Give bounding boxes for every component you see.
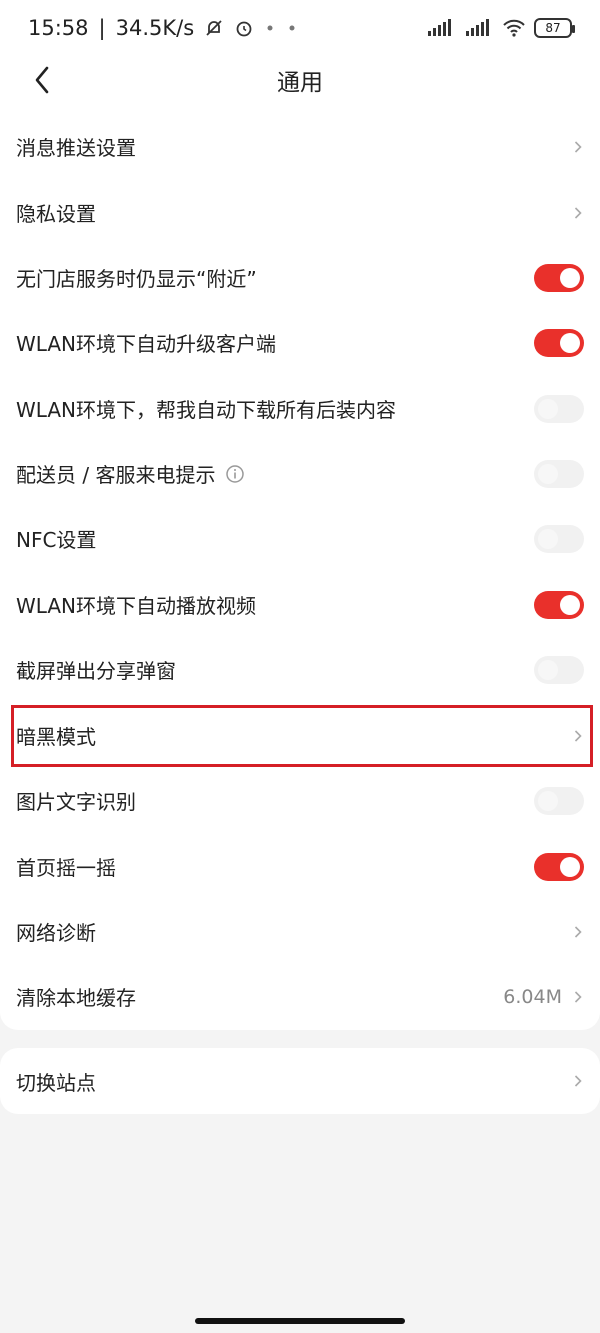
setting-message-push[interactable]: 消息推送设置 <box>0 114 600 179</box>
status-divider: | <box>98 16 106 40</box>
setting-auto-download: WLAN环境下，帮我自动下载所有后装内容 <box>0 376 600 441</box>
dot-icon <box>286 22 298 34</box>
info-icon[interactable] <box>225 464 245 484</box>
toggle-switch[interactable] <box>534 590 584 619</box>
setting-label: 网络诊断 <box>16 921 96 945</box>
chevron-right-icon <box>572 988 584 1006</box>
setting-label: 图片文字识别 <box>16 790 136 814</box>
setting-label: 无门店服务时仍显示“附近” <box>16 267 257 291</box>
chevron-right-icon <box>572 727 584 745</box>
setting-label: NFC设置 <box>16 528 97 552</box>
setting-screenshot-share: 截屏弹出分享弹窗 <box>0 637 600 702</box>
setting-label: WLAN环境下，帮我自动下载所有后装内容 <box>16 398 397 422</box>
setting-label: 消息推送设置 <box>16 136 136 160</box>
back-button[interactable] <box>24 62 60 98</box>
bell-off-icon <box>204 18 224 38</box>
setting-label: WLAN环境下自动升级客户端 <box>16 332 277 356</box>
site-card: 切换站点 <box>0 1048 600 1114</box>
chevron-right-icon <box>572 1072 584 1090</box>
alarm-icon <box>234 18 254 38</box>
chevron-right-icon <box>572 923 584 941</box>
setting-label: 清除本地缓存 <box>16 986 136 1010</box>
setting-label: 首页摇一摇 <box>16 856 116 880</box>
chevron-right-icon <box>572 204 584 222</box>
toggle-switch[interactable] <box>534 655 584 684</box>
battery-icon: 87 <box>534 18 575 38</box>
toggle-switch[interactable] <box>534 459 584 488</box>
setting-label: 截屏弹出分享弹窗 <box>16 659 176 683</box>
setting-show-nearby: 无门店服务时仍显示“附近” <box>0 245 600 310</box>
page-title: 通用 <box>277 70 323 96</box>
wifi-icon <box>502 18 526 38</box>
toggle-switch[interactable] <box>534 786 584 815</box>
setting-nfc: NFC设置 <box>0 506 600 571</box>
settings-card: 消息推送设置 隐私设置 无门店服务时仍显示“附近” WLAN环境下自动升级客户端… <box>0 104 600 1030</box>
setting-call-alert: 配送员 / 客服来电提示 <box>0 441 600 506</box>
signal-icon <box>464 18 494 38</box>
battery-level: 87 <box>545 21 561 35</box>
toggle-switch[interactable] <box>534 852 584 881</box>
setting-label: 配送员 / 客服来电提示 <box>16 463 216 487</box>
status-time: 15:58 <box>28 16 89 40</box>
setting-privacy[interactable]: 隐私设置 <box>0 180 600 245</box>
setting-shake: 首页摇一摇 <box>0 834 600 899</box>
dot-icon <box>264 22 276 34</box>
chevron-right-icon <box>572 138 584 156</box>
status-bar: 15:58 | 34.5K/s 87 <box>0 0 600 56</box>
toggle-switch[interactable] <box>534 524 584 553</box>
home-indicator[interactable] <box>195 1318 405 1324</box>
chevron-left-icon <box>35 66 49 94</box>
signal-icon <box>426 18 456 38</box>
setting-label: 暗黑模式 <box>16 725 96 749</box>
status-speed: 34.5K/s <box>115 16 195 40</box>
setting-label: 切换站点 <box>16 1070 96 1095</box>
setting-autoplay-video: WLAN环境下自动播放视频 <box>0 572 600 637</box>
setting-network-diagnosis[interactable]: 网络诊断 <box>0 899 600 964</box>
setting-switch-site[interactable]: 切换站点 <box>0 1048 600 1114</box>
setting-clear-cache[interactable]: 清除本地缓存 6.04M <box>0 964 600 1029</box>
setting-image-ocr: 图片文字识别 <box>0 768 600 833</box>
cache-size: 6.04M <box>503 985 562 1008</box>
toggle-switch[interactable] <box>534 263 584 292</box>
header: 通用 <box>0 56 600 104</box>
toggle-switch[interactable] <box>534 394 584 423</box>
setting-label: 隐私设置 <box>16 202 96 226</box>
setting-dark-mode[interactable]: 暗黑模式 <box>0 703 600 768</box>
toggle-switch[interactable] <box>534 328 584 357</box>
setting-label: WLAN环境下自动播放视频 <box>16 594 257 618</box>
setting-auto-upgrade: WLAN环境下自动升级客户端 <box>0 310 600 375</box>
